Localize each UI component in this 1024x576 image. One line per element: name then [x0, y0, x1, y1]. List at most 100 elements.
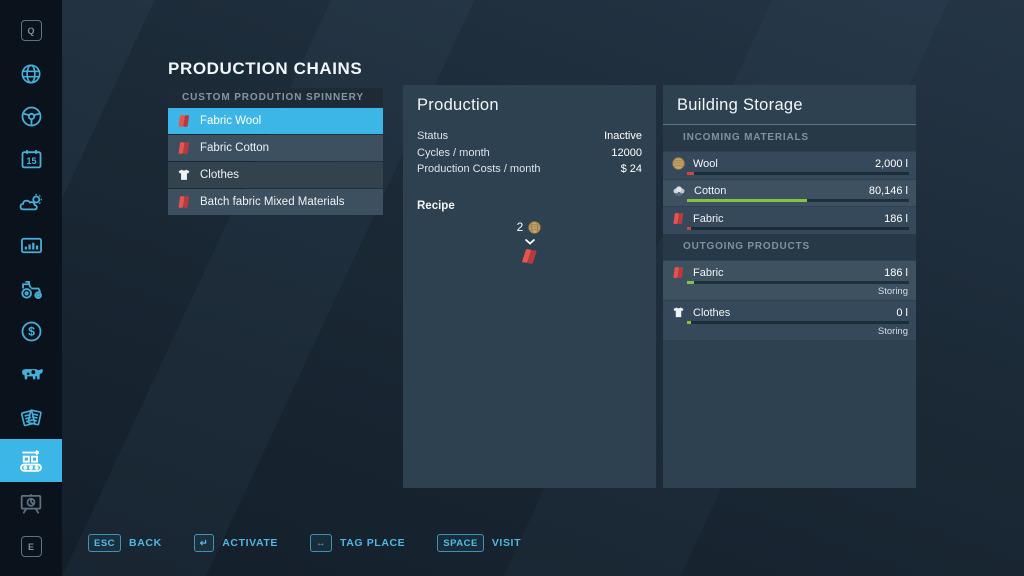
hotkey-tag-place[interactable]: ↔ TAG PLACE	[310, 534, 405, 552]
production-chains-list: CUSTOM PRODUTION SPINNERY Fabric Wool Fa…	[168, 88, 383, 215]
recipe-heading: Recipe	[403, 178, 656, 212]
sidebar-item-animals[interactable]	[0, 353, 62, 396]
incoming-materials-header: INCOMING MATERIALS	[663, 125, 916, 151]
wool-icon	[671, 156, 686, 171]
storage-row-clothes-out[interactable]: Clothes 0 l Storing	[663, 301, 916, 340]
fabric-icon	[671, 265, 686, 280]
presentation-board-icon	[17, 490, 45, 518]
costs-value: $ 24	[621, 161, 642, 178]
storage-item-value: 0 l	[896, 307, 908, 319]
sidebar-item-production-chains[interactable]	[0, 439, 62, 482]
bar-chart-icon	[18, 232, 45, 259]
sidebar-item-calendar[interactable]: 15	[0, 138, 62, 181]
cycles-label: Cycles / month	[417, 145, 490, 162]
cotton-icon	[671, 184, 687, 198]
recipe-input-qty: 2	[517, 220, 524, 234]
storage-row-fabric-in[interactable]: Fabric 186 l	[663, 207, 916, 234]
cards-icon	[17, 404, 45, 432]
fill-level-bar	[687, 199, 909, 202]
storage-item-label: Wool	[693, 158, 868, 170]
costs-label: Production Costs / month	[417, 161, 541, 178]
storage-item-value: 186 l	[884, 267, 908, 279]
storage-item-label: Fabric	[693, 267, 877, 279]
hotkey-activate[interactable]: ↵ ACTIVATE	[194, 534, 278, 552]
fabric-icon	[176, 113, 192, 129]
sidebar-item-weather[interactable]	[0, 181, 62, 224]
svg-text:15: 15	[26, 156, 36, 166]
sidebar: Q 15	[0, 0, 62, 576]
sidebar-item-environment[interactable]	[0, 482, 62, 525]
chain-item-label: Clothes	[200, 169, 239, 181]
storage-item-value: 186 l	[884, 213, 908, 225]
chain-item-fabric-cotton[interactable]: Fabric Cotton	[168, 135, 383, 161]
svg-text:$: $	[28, 325, 35, 339]
arrows-key-icon: ↔	[310, 534, 332, 552]
chevron-down-icon	[524, 238, 536, 245]
storage-row-wool[interactable]: Wool 2,000 l	[663, 152, 916, 179]
globe-icon	[18, 61, 44, 87]
production-costs-row: Production Costs / month $ 24	[417, 161, 642, 178]
sidebar-item-contracts[interactable]	[0, 396, 62, 439]
status-value: Inactive	[604, 128, 642, 145]
sidebar-item-map-hotkey[interactable]: Q	[0, 9, 62, 52]
sidebar-item-finances[interactable]: $	[0, 310, 62, 353]
shirt-icon	[176, 167, 192, 183]
chain-group-header: CUSTOM PRODUTION SPINNERY	[168, 88, 383, 107]
q-key-icon: Q	[21, 20, 42, 41]
space-key-icon: SPACE	[437, 534, 484, 552]
fabric-icon	[176, 194, 192, 210]
fill-level-bar	[687, 172, 909, 175]
tractor-icon	[17, 274, 46, 303]
wool-icon	[527, 220, 542, 235]
hotkey-back[interactable]: ESC BACK	[88, 534, 162, 552]
storage-row-cotton[interactable]: Cotton 80,146 l	[663, 180, 916, 206]
status-label: Status	[417, 128, 448, 145]
storage-row-fabric-out[interactable]: Fabric 186 l Storing	[663, 261, 916, 300]
recipe-flow: 2	[403, 220, 656, 266]
storage-item-label: Clothes	[693, 307, 889, 319]
calendar-icon: 15	[18, 146, 45, 173]
conveyor-icon	[16, 446, 46, 476]
chain-item-label: Fabric Wool	[200, 115, 261, 127]
fabric-icon	[520, 247, 539, 266]
dollar-icon: $	[18, 318, 45, 345]
chain-item-fabric-wool[interactable]: Fabric Wool	[168, 108, 383, 134]
production-panel-title: Production	[403, 85, 656, 124]
outgoing-products-header: OUTGOING PRODUCTS	[663, 234, 916, 260]
steering-wheel-icon	[18, 103, 45, 130]
fabric-icon	[176, 140, 192, 156]
weather-icon	[17, 189, 45, 217]
production-status-row: Status Inactive	[417, 128, 642, 145]
shirt-icon	[671, 305, 686, 320]
hotkey-visit[interactable]: SPACE VISIT	[437, 534, 521, 552]
production-panel: Production Status Inactive Cycles / mont…	[403, 85, 656, 488]
fabric-icon	[671, 211, 686, 226]
production-cycles-row: Cycles / month 12000	[417, 145, 642, 162]
chain-item-batch-fabric[interactable]: Batch fabric Mixed Materials	[168, 189, 383, 215]
enter-key-icon: ↵	[194, 534, 214, 552]
storage-mode-label: Storing	[878, 286, 908, 297]
storage-panel-title: Building Storage	[663, 85, 916, 125]
hotkey-bar: ESC BACK ↵ ACTIVATE ↔ TAG PLACE SPACE VI…	[88, 534, 543, 552]
sidebar-item-vehicles[interactable]	[0, 95, 62, 138]
sidebar-item-help-hotkey[interactable]: E	[0, 525, 62, 568]
page-title: PRODUCTION CHAINS	[168, 59, 362, 79]
fill-level-bar	[687, 227, 909, 230]
esc-key-icon: ESC	[88, 534, 121, 552]
chain-item-label: Fabric Cotton	[200, 142, 269, 154]
building-storage-panel: Building Storage INCOMING MATERIALS Wool…	[663, 85, 916, 488]
cow-icon	[17, 360, 46, 389]
sidebar-item-map[interactable]	[0, 52, 62, 95]
cycles-value: 12000	[611, 145, 642, 162]
chain-item-clothes[interactable]: Clothes	[168, 162, 383, 188]
storage-item-label: Fabric	[693, 213, 877, 225]
storage-item-value: 80,146 l	[869, 185, 908, 197]
storage-mode-label: Storing	[878, 326, 908, 337]
sidebar-item-garage[interactable]	[0, 267, 62, 310]
fill-level-bar	[687, 321, 909, 324]
fill-level-bar	[687, 281, 909, 284]
storage-item-label: Cotton	[694, 185, 862, 197]
chain-item-label: Batch fabric Mixed Materials	[200, 196, 344, 208]
sidebar-item-statistics[interactable]	[0, 224, 62, 267]
storage-item-value: 2,000 l	[875, 158, 908, 170]
